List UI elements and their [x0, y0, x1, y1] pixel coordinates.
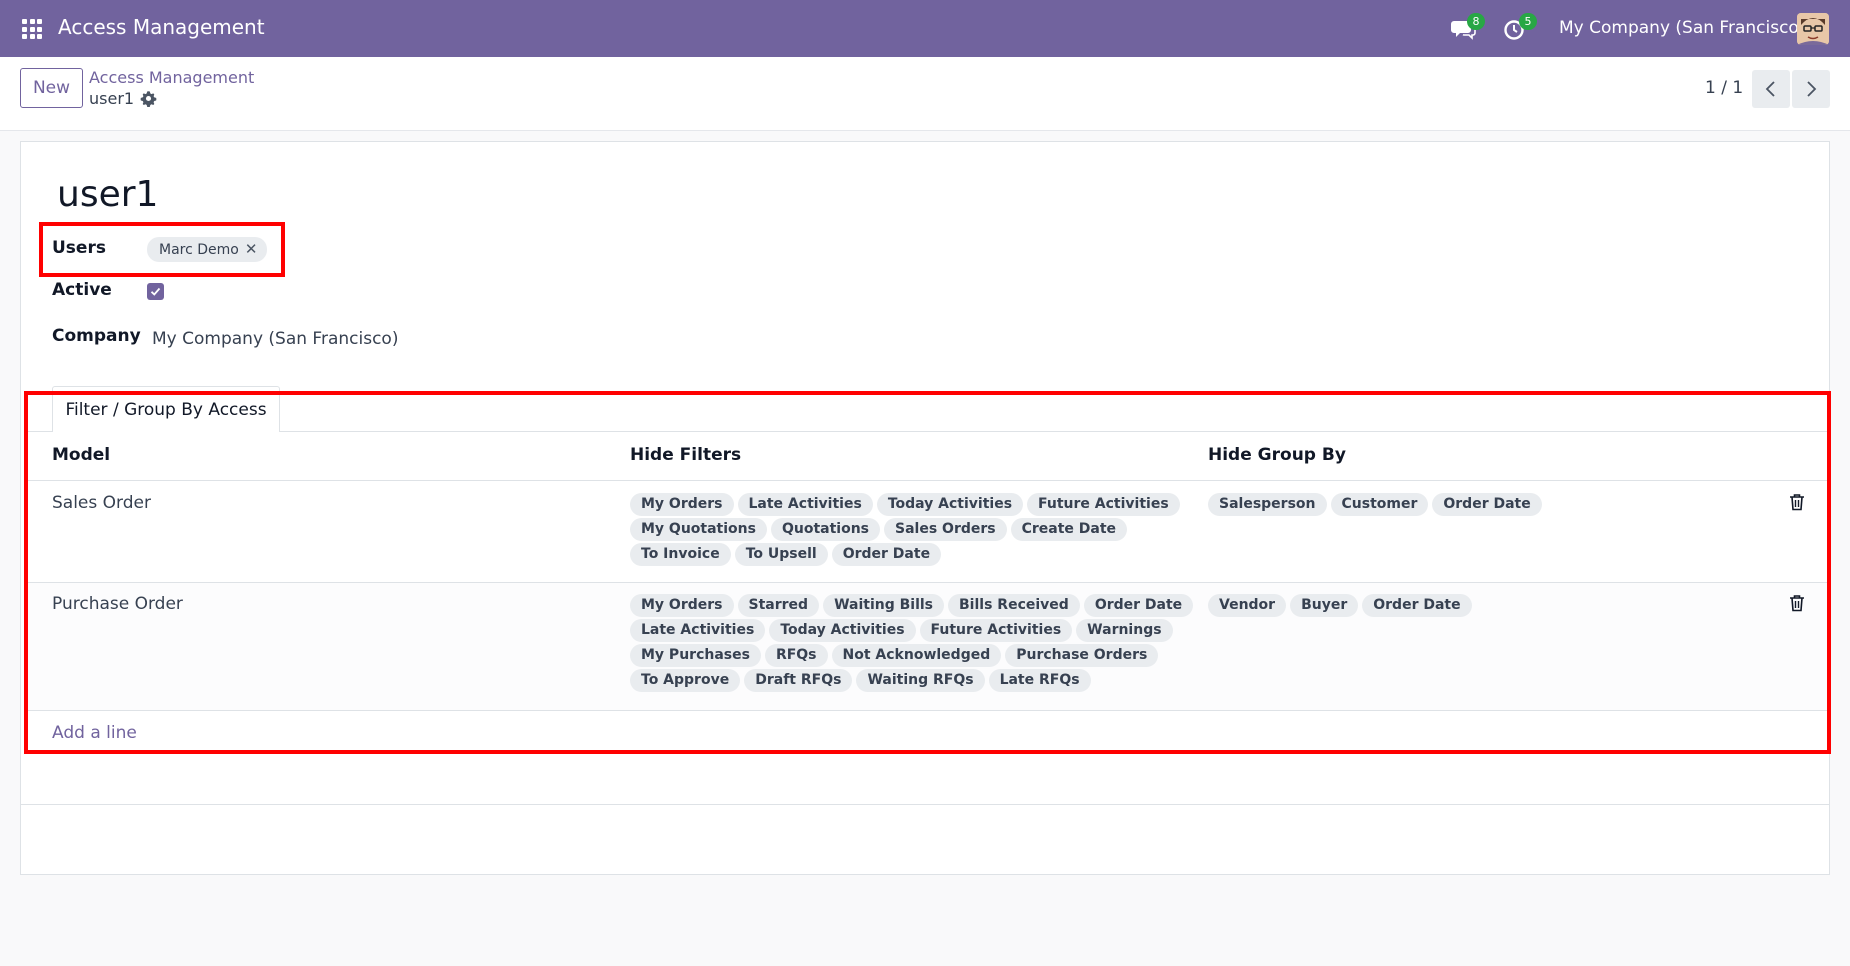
company-switcher[interactable]: My Company (San Francisco) [1559, 18, 1805, 38]
filter-tag: Not Acknowledged [831, 644, 1002, 667]
messages-button[interactable]: 8 [1448, 13, 1485, 44]
breadcrumb-parent-link[interactable]: Access Management [89, 68, 254, 87]
column-header-hide-filters[interactable]: Hide Filters [630, 445, 741, 465]
filter-tag: Bills Received [948, 594, 1080, 617]
filter-tag: Sales Orders [884, 518, 1007, 541]
gear-icon[interactable] [140, 90, 157, 107]
hide-group-by-tags[interactable]: Vendor Buyer Order Date [1208, 594, 1768, 617]
filter-tag: Create Date [1010, 518, 1128, 541]
group-by-tag: Order Date [1432, 493, 1542, 516]
filter-tag: My Purchases [630, 644, 761, 667]
filter-tag: Warnings [1076, 619, 1173, 642]
group-by-tag: Order Date [1362, 594, 1472, 617]
avatar-icon [1797, 13, 1829, 45]
hide-filters-tags[interactable]: My Orders Late Activities Today Activities… [630, 493, 1200, 566]
trash-icon[interactable] [1789, 493, 1805, 511]
active-checkbox[interactable] [147, 283, 164, 300]
filter-tag: Today Activities [876, 493, 1024, 516]
record-title[interactable]: user1 [57, 174, 158, 215]
filter-tag: Future Activities [919, 619, 1073, 642]
messages-badge: 8 [1467, 13, 1485, 30]
chevron-left-icon [1765, 81, 1775, 97]
filter-tag: RFQs [764, 644, 828, 667]
form-sheet: user1 Users Marc Demo ✕ Active Company My… [20, 141, 1831, 875]
control-panel: New Access Management user1 1 / 1 [0, 57, 1850, 131]
pager-next-button[interactable] [1792, 70, 1830, 108]
filter-tag: Waiting Bills [823, 594, 945, 617]
breadcrumb-current: user1 [89, 89, 135, 108]
group-by-tag: Buyer [1290, 594, 1359, 617]
filter-tag: To Approve [630, 669, 741, 692]
trash-icon[interactable] [1789, 594, 1805, 612]
top-navbar: Access Management 8 5 My Company (San Fr… [0, 0, 1850, 57]
filter-tag: Quotations [770, 518, 881, 541]
filter-tag: Draft RFQs [744, 669, 853, 692]
active-label: Active [52, 280, 112, 300]
company-field[interactable]: My Company (San Francisco) [152, 329, 398, 349]
tab-filter-group-by-access[interactable]: Filter / Group By Access [52, 386, 280, 432]
filter-tag: My Orders [630, 493, 734, 516]
filter-tag: Late Activities [630, 619, 766, 642]
filter-tag: Future Activities [1027, 493, 1180, 516]
pager-previous-button[interactable] [1752, 70, 1790, 108]
app-title[interactable]: Access Management [58, 15, 265, 39]
activities-button[interactable]: 5 [1500, 13, 1537, 44]
activities-badge: 5 [1519, 13, 1537, 30]
user-avatar[interactable] [1797, 13, 1829, 45]
column-header-hide-group-by[interactable]: Hide Group By [1208, 445, 1346, 465]
column-header-model[interactable]: Model [52, 445, 110, 465]
model-cell[interactable]: Sales Order [52, 493, 151, 513]
group-by-tag: Salesperson [1208, 493, 1327, 516]
company-label: Company [52, 326, 141, 346]
model-cell[interactable]: Purchase Order [52, 594, 183, 614]
checkmark-icon [150, 287, 161, 296]
filter-tag: Starred [737, 594, 820, 617]
pager-value[interactable]: 1 / 1 [1705, 78, 1743, 98]
users-tag: Marc Demo ✕ [147, 237, 268, 262]
filter-tag: Late Activities [737, 493, 873, 516]
filter-tag: My Orders [630, 594, 734, 617]
hide-group-by-tags[interactable]: Salesperson Customer Order Date [1208, 493, 1768, 516]
filter-tag: Waiting RFQs [856, 669, 985, 692]
new-button[interactable]: New [20, 68, 83, 108]
filter-tag: Today Activities [769, 619, 916, 642]
group-by-tag: Vendor [1208, 594, 1287, 617]
users-label: Users [52, 238, 106, 258]
filter-tag: Order Date [1083, 594, 1194, 617]
sheet-divider [21, 804, 1829, 805]
filter-tag: My Quotations [630, 518, 767, 541]
row-divider [27, 710, 1831, 711]
filter-tag: To Upsell [734, 543, 828, 566]
filter-tag: Purchase Orders [1005, 644, 1159, 667]
users-tag-label: Marc Demo [159, 242, 239, 258]
hide-filters-tags[interactable]: My Orders Starred Waiting Bills Bills Recei… [630, 594, 1200, 692]
close-icon[interactable]: ✕ [245, 240, 258, 258]
filter-tag: Late RFQs [988, 669, 1091, 692]
tab-divider [27, 431, 1831, 432]
filter-tag: To Invoice [630, 543, 731, 566]
group-by-tag: Customer [1330, 493, 1429, 516]
filter-tag: Order Date [831, 543, 942, 566]
chevron-right-icon [1807, 81, 1817, 97]
app-menu-grid-icon[interactable] [22, 19, 42, 39]
add-line-link[interactable]: Add a line [52, 723, 137, 743]
